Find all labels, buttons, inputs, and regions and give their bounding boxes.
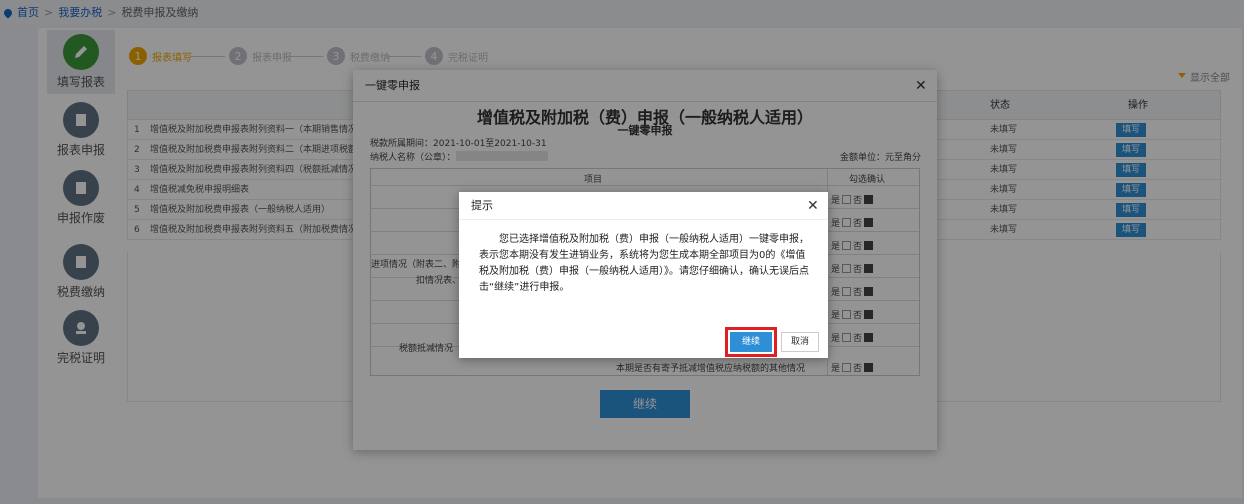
confirm-prompt-dialog: 提示 ✕ 您已选择增值税及附加税（费）申报（一般纳税人适用）一键零申报，表示您本… bbox=[459, 192, 828, 358]
close-icon[interactable]: ✕ bbox=[807, 198, 819, 214]
highlight-box bbox=[725, 327, 777, 357]
prompt-title: 提示 bbox=[459, 192, 828, 220]
prompt-message: 您已选择增值税及附加税（费）申报（一般纳税人适用）一键零申报，表示您本期没有发生… bbox=[479, 234, 809, 293]
cancel-button[interactable]: 取消 bbox=[781, 332, 819, 352]
